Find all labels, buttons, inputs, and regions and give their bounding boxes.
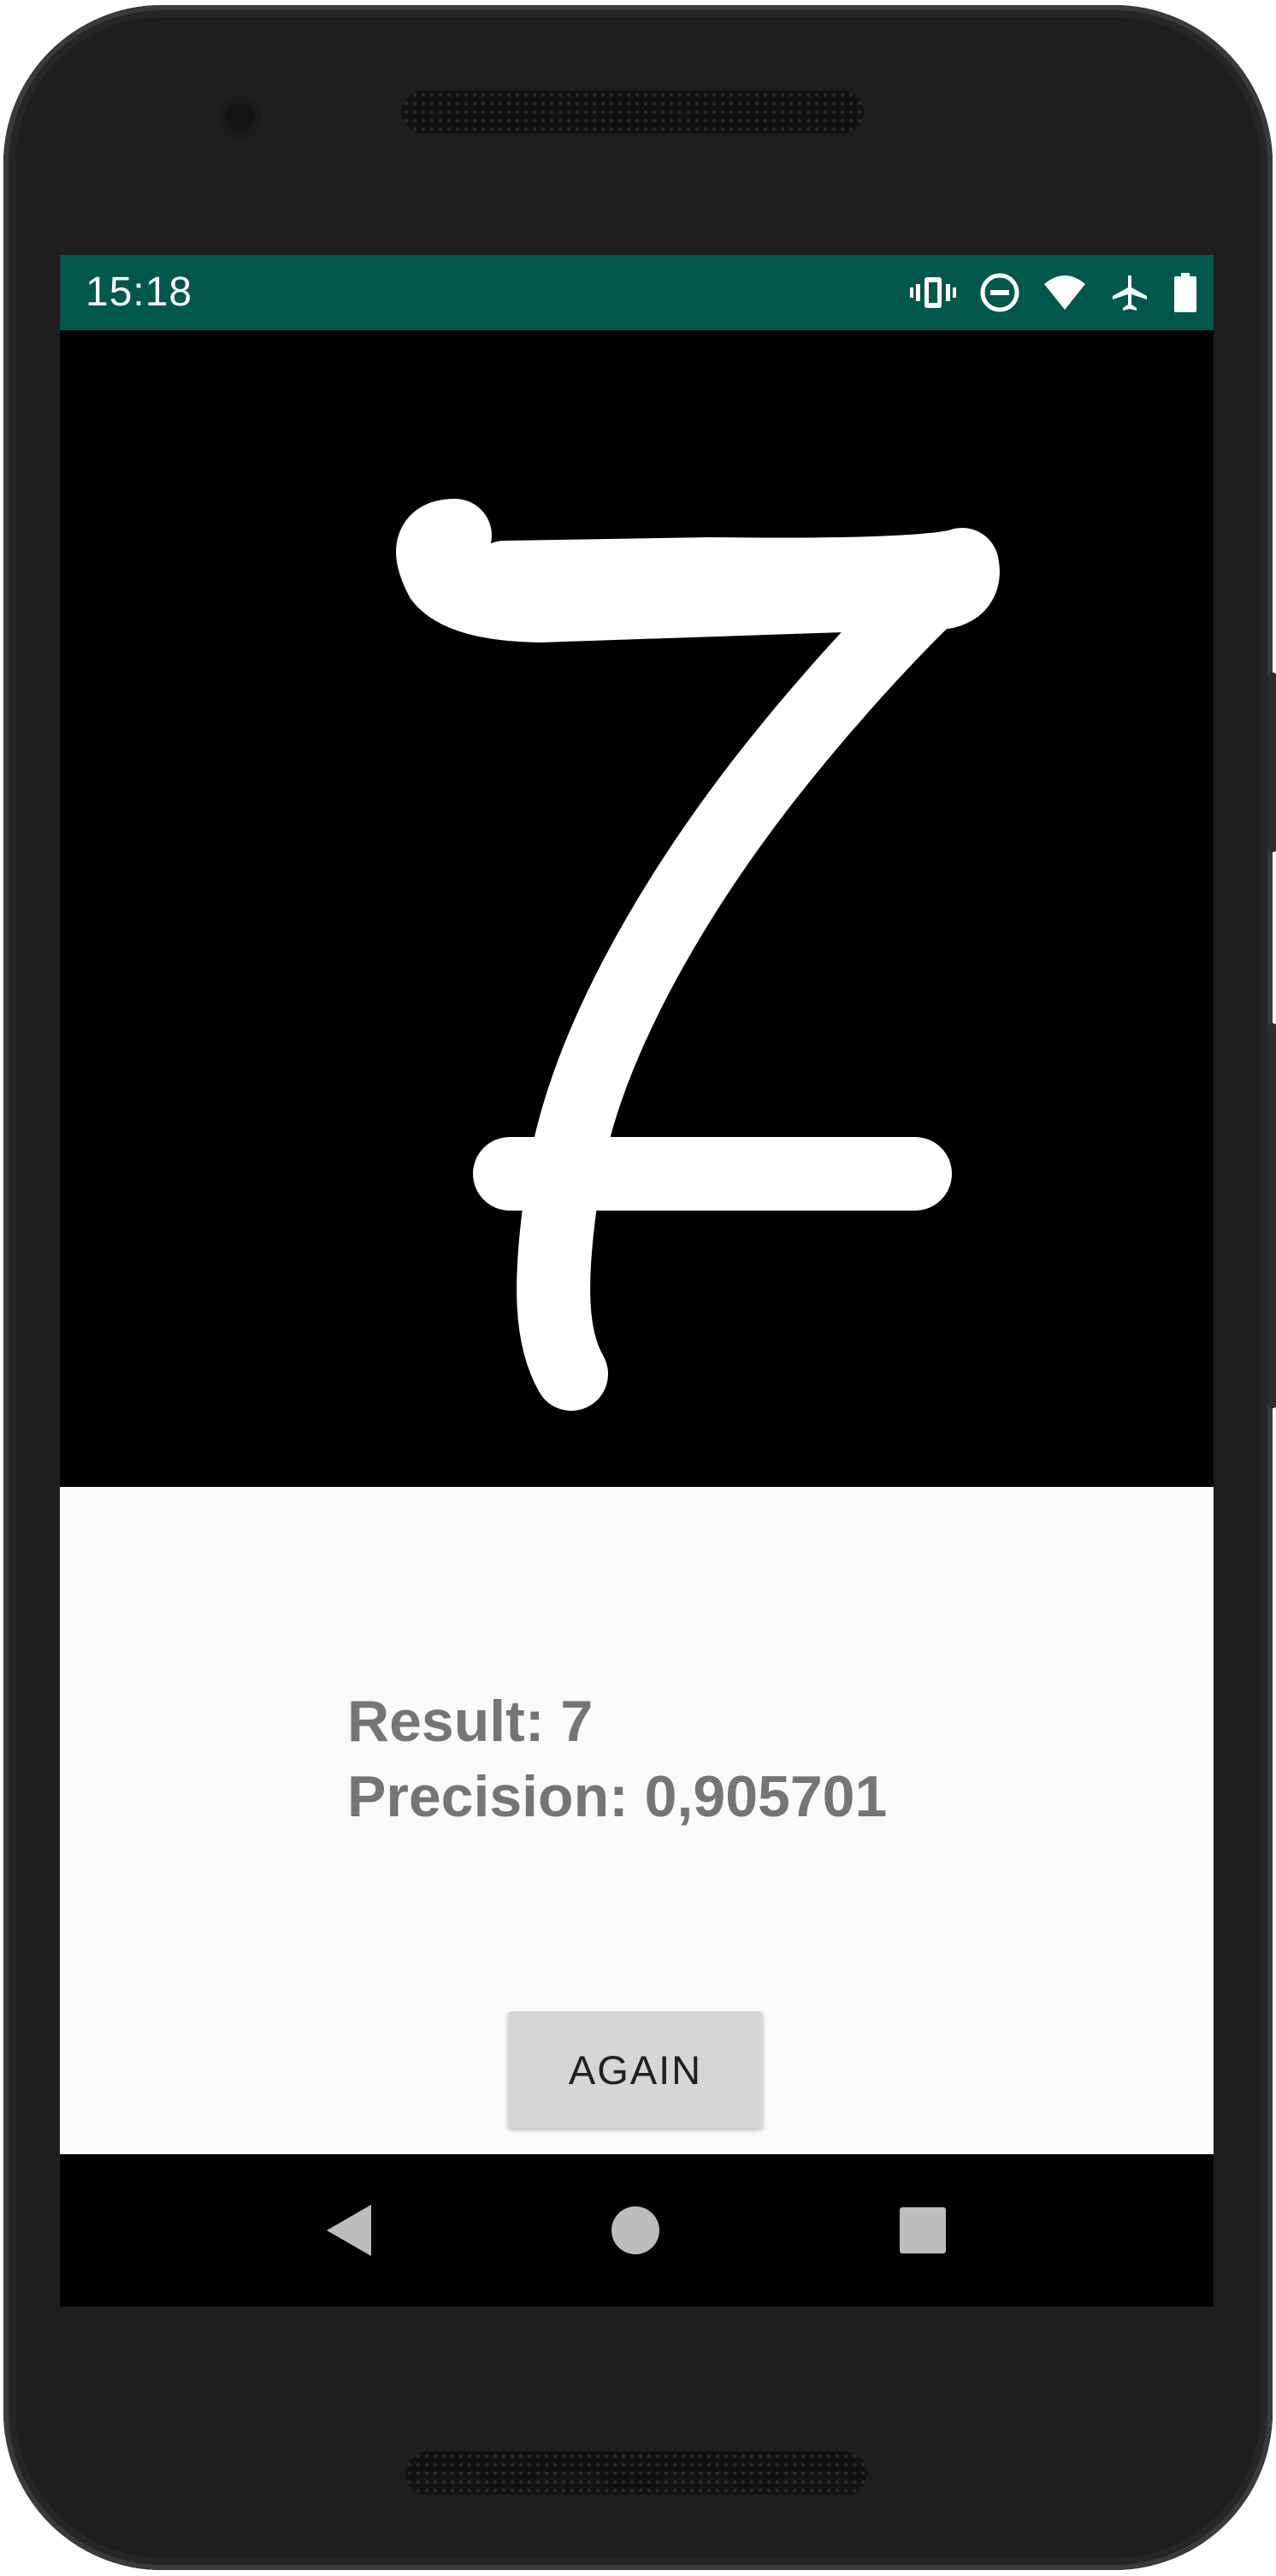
result-panel: Result: 7 Precision: 0,905701 AGAIN: [60, 1487, 1214, 2154]
power-button: [1267, 672, 1276, 852]
screen: 15:18 Result: 7 Precision: 0,905701 AGAI…: [60, 255, 1214, 2307]
bottom-speaker: [405, 2452, 867, 2495]
recents-button[interactable]: [871, 2154, 974, 2307]
home-button[interactable]: [584, 2154, 687, 2307]
back-icon: [327, 2205, 371, 2256]
recents-icon: [900, 2207, 946, 2253]
airplane-mode-icon: [1109, 272, 1150, 313]
precision-label: Precision: 0,905701: [347, 1764, 888, 1829]
again-button[interactable]: AGAIN: [508, 2011, 763, 2128]
drawn-digit-stroke: [396, 499, 1000, 1411]
back-button[interactable]: [298, 2154, 400, 2307]
phone-frame: 15:18 Result: 7 Precision: 0,905701 AGAI…: [3, 5, 1276, 2570]
home-icon: [611, 2206, 659, 2254]
battery-icon: [1173, 272, 1198, 313]
result-label: Result: 7: [347, 1689, 594, 1754]
navigation-bar: [60, 2154, 1214, 2307]
status-icons: [909, 255, 1198, 330]
vibrate-icon: [909, 274, 957, 311]
status-bar: 15:18: [60, 255, 1214, 330]
do-not-disturb-icon: [979, 272, 1020, 313]
top-speaker: [402, 91, 864, 133]
drawing-canvas[interactable]: [60, 330, 1214, 1487]
front-camera: [219, 96, 262, 139]
volume-button: [1267, 1023, 1276, 1408]
result-text: Result: 7 Precision: 0,905701: [347, 1684, 887, 1834]
status-time: 15:18: [86, 269, 193, 315]
wifi-icon: [1043, 274, 1087, 311]
